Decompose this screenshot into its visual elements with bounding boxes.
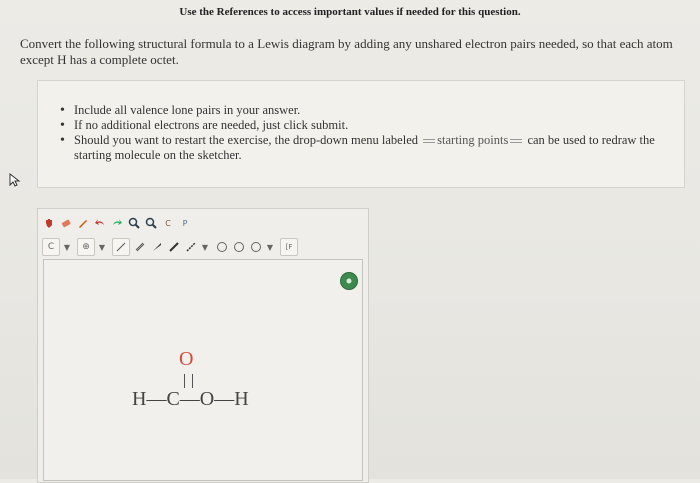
molecule-chain: H—C—O—H	[132, 388, 249, 410]
double-bond[interactable]	[184, 374, 193, 388]
element-dropdown-arrow[interactable]: ▼	[63, 240, 71, 254]
instruction-item-restart: Should you want to restart the exercise,…	[60, 133, 670, 163]
hand-icon[interactable]	[42, 216, 56, 230]
sketcher-toolbar-top: C P	[42, 213, 195, 233]
sketch-canvas[interactable]: O H—C—O—H	[43, 259, 363, 481]
undo-icon[interactable]	[93, 216, 107, 230]
instruction-item: Include all valence lone pairs in your a…	[60, 103, 670, 118]
charge-dropdown-arrow[interactable]: ▼	[98, 240, 106, 254]
ring-dropdown-arrow[interactable]: ▼	[266, 240, 274, 254]
instruction-item: If no additional electrons are needed, j…	[60, 118, 670, 133]
mouse-cursor-icon	[9, 173, 21, 187]
question-text: Convert the following structural formula…	[20, 36, 673, 67]
triple-bond-icon[interactable]	[167, 240, 181, 254]
template-button[interactable]: [F	[280, 238, 298, 256]
zoom-out-icon[interactable]	[144, 216, 158, 230]
atom-oxygen-top[interactable]: O	[179, 348, 193, 371]
redo-icon[interactable]	[110, 216, 124, 230]
pencil-icon[interactable]	[76, 216, 90, 230]
periodic-table-icon[interactable]: P	[178, 216, 192, 230]
charge-selector[interactable]: ⊕	[77, 238, 95, 256]
hash-bond-icon[interactable]	[184, 240, 198, 254]
instructions-list: Include all valence lone pairs in your a…	[60, 103, 670, 163]
ring-hexagon-icon[interactable]	[232, 240, 246, 254]
instructions-box: Include all valence lone pairs in your a…	[37, 80, 685, 188]
ring-benzene-icon[interactable]	[249, 240, 263, 254]
eraser-icon[interactable]	[59, 216, 73, 230]
restart-prefix: Should you want to restart the exercise,…	[74, 133, 419, 147]
references-note: Use the References to access important v…	[179, 6, 521, 18]
molecule-sketcher: C P C ▼ ⊕ ▼ ▼ ▼ [F O H—C—O—H	[37, 208, 369, 483]
atom-hydrogen-right[interactable]: H	[234, 388, 248, 410]
double-bond-icon[interactable]	[133, 240, 147, 254]
atom-oxygen-right[interactable]: O	[200, 388, 214, 410]
check-status-icon[interactable]	[340, 272, 358, 290]
starting-points-dropdown-reference: starting points	[421, 133, 524, 148]
wedge-bond-icon[interactable]	[150, 240, 164, 254]
bond-dropdown-arrow[interactable]: ▼	[201, 240, 209, 254]
single-bond-icon[interactable]	[112, 238, 130, 256]
atom-hydrogen-left[interactable]: H	[132, 388, 146, 410]
ring-pentagon-icon[interactable]	[215, 240, 229, 254]
sketcher-toolbar-bottom: C ▼ ⊕ ▼ ▼ ▼ [F	[42, 237, 301, 257]
element-selector[interactable]: C	[42, 238, 60, 256]
atom-carbon[interactable]: C	[166, 388, 179, 410]
zoom-in-icon[interactable]	[127, 216, 141, 230]
clean-icon[interactable]: C	[161, 216, 175, 230]
